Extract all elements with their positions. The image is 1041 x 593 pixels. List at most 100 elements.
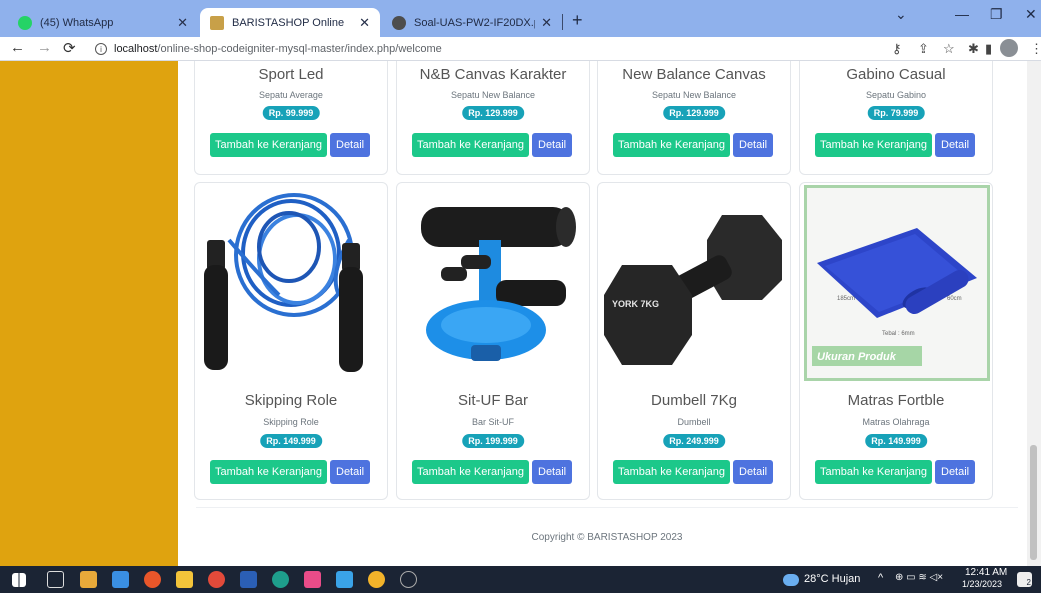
app-icon[interactable] <box>400 571 417 588</box>
reload-icon[interactable]: ⟳ <box>63 39 76 57</box>
product-subtitle: Sepatu Gabino <box>865 90 927 100</box>
product-title: Skipping Role <box>244 392 338 409</box>
app-icon[interactable] <box>336 571 353 588</box>
key-icon[interactable]: ⚷ <box>892 41 902 57</box>
detail-button[interactable]: Detail <box>532 133 573 157</box>
add-to-cart-button[interactable]: Tambah ke Keranjang <box>412 460 530 484</box>
edge-icon[interactable] <box>272 571 289 588</box>
mail-icon[interactable] <box>112 571 129 588</box>
weather-icon[interactable] <box>783 574 799 586</box>
chrome-active-icon[interactable] <box>368 571 385 588</box>
product-subtitle: Sepatu New Balance <box>651 90 737 100</box>
clock-date[interactable]: 1/23/2023 <box>962 579 1002 589</box>
product-title: N&B Canvas Karakter <box>419 66 567 83</box>
add-to-cart-button[interactable]: Tambah ke Keranjang <box>815 460 933 484</box>
store-icon[interactable] <box>80 571 97 588</box>
address-bar-row: ← → ⟳ i localhost/online-shop-codeignite… <box>0 37 1041 61</box>
product-subtitle: Matras Olahraga <box>862 417 930 427</box>
product-image[interactable] <box>199 185 385 381</box>
minimize-button[interactable]: — <box>955 6 969 22</box>
tab-label: (45) WhatsApp <box>40 16 114 29</box>
product-image[interactable] <box>401 185 587 381</box>
tab-label: Soal-UAS-PW2-IF20DX.pdf <box>414 16 535 29</box>
price-badge: Rp. 149.999 <box>865 434 927 448</box>
product-card: Sit-UF Bar Bar Sit-UF Rp. 199.999 Tambah… <box>396 182 590 500</box>
page-content: Sport Led Sepatu Average Rp. 99.999 Tamb… <box>0 61 1041 566</box>
product-image[interactable]: YORK 7KG <box>602 185 788 381</box>
price-badge: Rp. 149.999 <box>260 434 322 448</box>
profile-avatar[interactable] <box>1000 39 1018 57</box>
tab-pdf[interactable]: Soal-UAS-PW2-IF20DX.pdf ✕ <box>382 8 562 37</box>
detail-button[interactable]: Detail <box>733 460 774 484</box>
product-subtitle: Skipping Role <box>263 417 319 427</box>
price-badge: Rp. 129.999 <box>663 106 725 120</box>
notification-icon[interactable]: 2 <box>1017 572 1032 587</box>
product-title: Sport Led <box>258 66 324 83</box>
product-image[interactable]: 185cm 60cm Tebal : 6mm Ukuran Produk <box>804 185 990 381</box>
product-title: Matras Fortble <box>847 392 945 409</box>
price-badge: Rp. 129.999 <box>462 106 524 120</box>
share-icon[interactable]: ⇪ <box>918 41 929 57</box>
detail-button[interactable]: Detail <box>733 133 774 157</box>
product-title: Dumbell 7Kg <box>651 392 737 409</box>
tab-whatsapp[interactable]: (45) WhatsApp ✕ <box>8 8 198 37</box>
tab-search-icon[interactable]: ⌄ <box>895 6 907 23</box>
price-badge: Rp. 79.999 <box>867 106 925 120</box>
product-card: 185cm 60cm Tebal : 6mm Ukuran Produk Mat… <box>799 182 993 500</box>
tab-baristashop[interactable]: BARISTASHOP Online ✕ <box>200 8 380 37</box>
price-badge: Rp. 99.999 <box>262 106 320 120</box>
add-to-cart-button[interactable]: Tambah ke Keranjang <box>815 133 933 157</box>
forward-icon[interactable]: → <box>37 39 52 56</box>
bookmark-star-icon[interactable]: ☆ <box>943 41 955 57</box>
detail-button[interactable]: Detail <box>935 460 976 484</box>
scrollbar-thumb[interactable] <box>1030 445 1037 560</box>
task-view-icon[interactable] <box>47 571 64 588</box>
site-icon <box>210 15 224 30</box>
jump-rope-image <box>199 185 385 381</box>
scrollbar[interactable] <box>1027 61 1041 566</box>
new-tab-button[interactable]: + <box>572 10 583 31</box>
close-icon[interactable]: ✕ <box>359 15 370 31</box>
windows-start-icon[interactable] <box>12 573 26 587</box>
add-to-cart-button[interactable]: Tambah ke Keranjang <box>412 133 530 157</box>
info-icon[interactable]: i <box>95 43 107 55</box>
browser-tab-bar: (45) WhatsApp ✕ BARISTASHOP Online ✕ Soa… <box>0 0 1041 37</box>
price-badge: Rp. 199.999 <box>462 434 524 448</box>
detail-button[interactable]: Detail <box>935 133 976 157</box>
chrome-icon <box>392 15 406 30</box>
product-title: Sit-UF Bar <box>457 392 528 409</box>
firefox-icon[interactable] <box>144 571 161 588</box>
close-icon[interactable]: ✕ <box>177 15 188 31</box>
taskbar: 28°C Hujan ^ ⊕ ▭ ≋ ◁× 12:41 AM 1/23/2023… <box>0 566 1041 593</box>
extensions-icon[interactable]: ✱ <box>968 41 979 57</box>
sidepanel-icon[interactable]: ▮ <box>985 41 992 57</box>
product-subtitle: Sepatu Average <box>259 90 323 100</box>
whatsapp-icon <box>18 15 32 30</box>
chrome-icon[interactable] <box>208 571 225 588</box>
product-card: New Balance Canvas Sepatu New Balance Rp… <box>597 61 791 175</box>
detail-button[interactable]: Detail <box>330 460 371 484</box>
product-card: Skipping Role Skipping Role Rp. 149.999 … <box>194 182 388 500</box>
add-to-cart-button[interactable]: Tambah ke Keranjang <box>210 133 328 157</box>
detail-button[interactable]: Detail <box>330 133 371 157</box>
add-to-cart-button[interactable]: Tambah ke Keranjang <box>613 460 731 484</box>
detail-button[interactable]: Detail <box>532 460 573 484</box>
close-icon[interactable]: ✕ <box>541 15 552 31</box>
tray-icons[interactable]: ⊕ ▭ ≋ ◁× <box>895 572 943 583</box>
weather-text[interactable]: 28°C Hujan <box>804 573 860 585</box>
word-icon[interactable] <box>240 571 257 588</box>
dumbbell-image: YORK 7KG <box>602 185 788 381</box>
restore-button[interactable]: ❐ <box>990 6 1003 23</box>
url-path: /online-shop-codeigniter-mysql-master/in… <box>157 43 442 55</box>
add-to-cart-button[interactable]: Tambah ke Keranjang <box>210 460 328 484</box>
url-host: localhost <box>114 43 158 55</box>
close-window-button[interactable]: ✕ <box>1025 6 1037 23</box>
clock-time[interactable]: 12:41 AM <box>965 567 1007 578</box>
file-explorer-icon[interactable] <box>176 571 193 588</box>
tray-chevron-icon[interactable]: ^ <box>878 572 883 584</box>
url-field[interactable]: i localhost/online-shop-codeigniter-mysq… <box>95 37 965 61</box>
back-icon[interactable]: ← <box>10 39 25 56</box>
menu-icon[interactable]: ⋮ <box>1030 41 1041 57</box>
app-icon[interactable] <box>304 571 321 588</box>
add-to-cart-button[interactable]: Tambah ke Keranjang <box>613 133 731 157</box>
